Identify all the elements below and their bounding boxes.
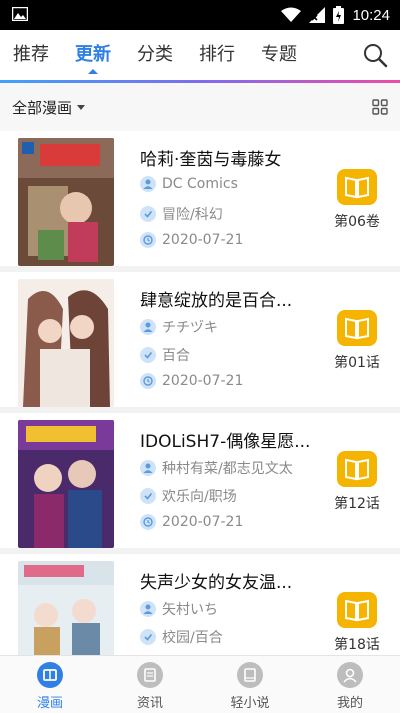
comic-author: 种村有菜/都志见文太	[162, 461, 293, 477]
author-icon	[140, 176, 156, 192]
book-icon	[337, 592, 377, 628]
dropdown-arrow-icon	[77, 105, 86, 110]
active-tab-indicator	[88, 69, 98, 74]
author-icon	[140, 319, 156, 335]
latest-chapter: 第06卷	[334, 214, 380, 230]
nav-comics-label: 漫画	[36, 696, 63, 711]
tab-topics[interactable]: 专题	[248, 30, 310, 80]
tab-recommend[interactable]: 推荐	[0, 30, 62, 80]
author-icon	[140, 601, 156, 617]
comic-genre: 欢乐向/职场	[162, 489, 237, 505]
status-time: 10:24	[352, 6, 390, 24]
author-row: DC Comics	[140, 176, 238, 192]
signal-icon	[309, 7, 326, 23]
tag-icon	[140, 488, 156, 504]
date-row: 2020-07-21	[140, 373, 243, 389]
comic-title: IDOLiSH7-偶像星愿...	[140, 432, 311, 452]
latest-chapter: 第01话	[334, 355, 380, 371]
date-row: 2020-07-21	[140, 514, 243, 530]
profile-icon	[337, 662, 363, 688]
nav-comics[interactable]: 漫画	[0, 656, 100, 713]
filter-dropdown[interactable]: 全部漫画	[12, 97, 86, 118]
comic-cover-image	[18, 279, 114, 407]
author-icon	[140, 460, 156, 476]
book-icon	[337, 310, 377, 346]
comic-genre: 冒险/科幻	[162, 207, 223, 223]
top-tab-bar: 推荐 更新 分类 排行 专题	[0, 30, 400, 80]
filter-label: 全部漫画	[12, 99, 73, 117]
latest-chapter: 第18话	[334, 637, 380, 653]
clock-icon	[140, 232, 156, 248]
genre-row: 校园/百合	[140, 627, 223, 647]
date-row: 2020-07-21	[140, 232, 243, 248]
tag-icon	[140, 347, 156, 363]
filter-bar: 全部漫画	[0, 83, 400, 131]
novel-icon	[237, 662, 263, 688]
read-latest-button[interactable]: 第18话	[330, 592, 384, 654]
book-icon	[337, 451, 377, 487]
genre-row: 欢乐向/职场	[140, 486, 237, 506]
comic-icon	[37, 662, 63, 688]
category-tabs: 推荐 更新 分类 排行 专题	[0, 30, 310, 80]
comic-genre: 百合	[162, 348, 190, 364]
grid-view-icon[interactable]	[372, 99, 388, 115]
read-latest-button[interactable]: 第01话	[330, 310, 384, 372]
list-item[interactable]: 失声少女的女友温... 矢村いち 校园/百合 第18话	[0, 554, 400, 655]
list-item[interactable]: 哈莉·奎茵与毒藤女 DC Comics 冒险/科幻 2020-07-21 第06…	[0, 131, 400, 272]
comic-list: 哈莉·奎茵与毒藤女 DC Comics 冒险/科幻 2020-07-21 第06…	[0, 131, 400, 655]
read-latest-button[interactable]: 第12话	[330, 451, 384, 513]
genre-row: 冒险/科幻	[140, 204, 223, 224]
nav-news[interactable]: 资讯	[100, 656, 200, 713]
tab-updates-label: 更新	[75, 44, 111, 65]
comic-author: DC Comics	[162, 176, 238, 192]
comic-title: 肆意绽放的是百合...	[140, 291, 293, 311]
comic-update-date: 2020-07-21	[162, 373, 244, 389]
nav-profile-label: 我的	[336, 696, 363, 711]
nav-profile[interactable]: 我的	[300, 656, 400, 713]
wifi-icon	[281, 7, 302, 22]
comic-author: チチヅキ	[162, 320, 218, 336]
comic-title: 哈莉·奎茵与毒藤女	[140, 150, 282, 170]
news-icon	[137, 662, 163, 688]
tab-updates[interactable]: 更新	[62, 30, 124, 80]
nav-light-novels[interactable]: 轻小说	[200, 656, 300, 713]
comic-cover-image	[18, 420, 114, 548]
comic-cover-image	[18, 561, 114, 655]
author-row: チチヅキ	[140, 317, 218, 337]
comic-genre: 校园/百合	[162, 630, 223, 646]
comic-update-date: 2020-07-21	[162, 514, 244, 530]
list-item[interactable]: 肆意绽放的是百合... チチヅキ 百合 2020-07-21 第01话	[0, 272, 400, 413]
status-bar: 10:24	[0, 0, 400, 30]
tab-rankings[interactable]: 排行	[186, 30, 248, 80]
tab-categories[interactable]: 分类	[124, 30, 186, 80]
author-row: 矢村いち	[140, 599, 218, 619]
battery-icon	[333, 6, 345, 24]
latest-chapter: 第12话	[334, 496, 380, 512]
gallery-icon	[12, 7, 28, 21]
bottom-navigation: 漫画 资讯 轻小说 我的	[0, 655, 400, 713]
comic-cover-image	[18, 138, 114, 266]
clock-icon	[140, 373, 156, 389]
book-icon	[337, 169, 377, 205]
read-latest-button[interactable]: 第06卷	[330, 169, 384, 231]
comic-author: 矢村いち	[162, 602, 218, 618]
search-icon[interactable]	[362, 42, 388, 68]
nav-news-label: 资讯	[136, 696, 163, 711]
tag-icon	[140, 629, 156, 645]
clock-icon	[140, 514, 156, 530]
genre-row: 百合	[140, 345, 190, 365]
list-item[interactable]: IDOLiSH7-偶像星愿... 种村有菜/都志见文太 欢乐向/职场 2020-…	[0, 413, 400, 554]
tag-icon	[140, 206, 156, 222]
comic-title: 失声少女的女友温...	[140, 573, 293, 593]
nav-light-novels-label: 轻小说	[230, 696, 270, 711]
author-row: 种村有菜/都志见文太	[140, 458, 293, 478]
comic-update-date: 2020-07-21	[162, 232, 244, 248]
